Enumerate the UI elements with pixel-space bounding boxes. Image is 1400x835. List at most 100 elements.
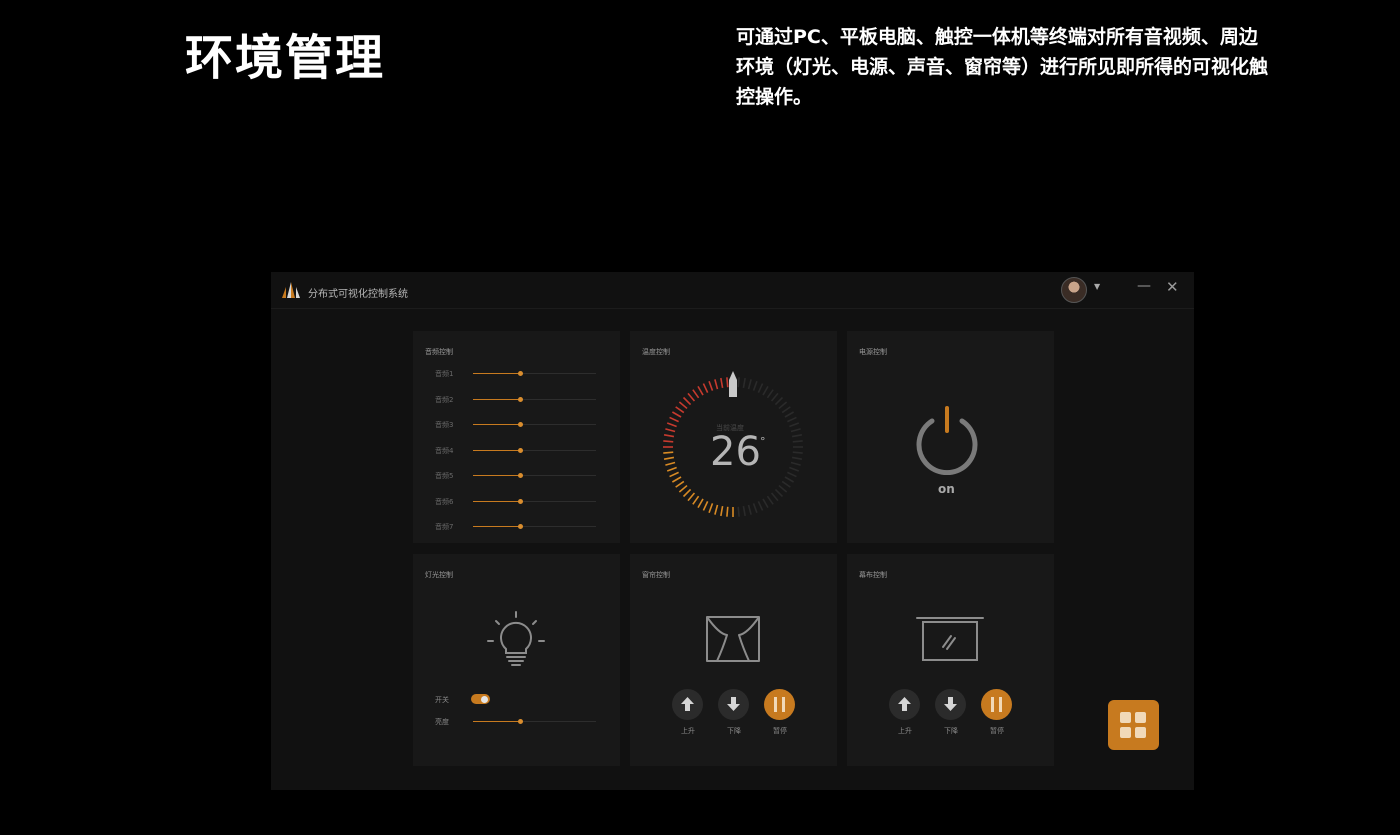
dial-tick	[737, 506, 740, 517]
dial-tick	[781, 480, 791, 488]
arrow-up-icon	[898, 697, 911, 711]
dial-tick	[665, 428, 676, 433]
audio-channel-row: 音频3	[435, 420, 610, 430]
dial-tick	[726, 377, 729, 388]
dial-tick	[714, 504, 719, 515]
audio-channel-slider[interactable]	[473, 524, 596, 529]
dial-tick	[790, 428, 801, 433]
slider-fill	[473, 475, 520, 476]
slider-knob[interactable]	[517, 422, 523, 427]
temperature-panel: 温度控制 当前温度 26 °	[630, 331, 837, 543]
light-switch-label: 开关	[435, 696, 449, 704]
dial-tick	[726, 506, 729, 517]
dial-tick	[675, 406, 685, 414]
dial-tick	[663, 434, 675, 438]
curtain-pause-button[interactable]	[764, 689, 795, 720]
dial-tick	[752, 503, 758, 514]
dial-tick	[702, 383, 709, 393]
app-window: 分布式可视化控制系统 ▼ — ✕ 音频控制 音频1 音频2 音频3 音频4 音频5 音频6…	[271, 272, 1194, 790]
screen-pause-button[interactable]	[981, 689, 1012, 720]
chevron-down-icon[interactable]: ▼	[1094, 282, 1100, 291]
projector-screen-icon	[916, 617, 984, 661]
curtain-arrow-down-button[interactable]	[718, 689, 749, 720]
toggle-knob	[481, 696, 488, 703]
slider-fill	[473, 373, 520, 374]
user-avatar[interactable]	[1061, 277, 1087, 303]
dial-tick	[720, 377, 724, 389]
dial-tick	[708, 503, 714, 514]
light-switch-toggle[interactable]	[471, 694, 490, 704]
dial-tick	[747, 504, 752, 515]
pause-icon	[774, 697, 785, 712]
dial-tick	[742, 377, 746, 389]
audio-channel-slider[interactable]	[473, 396, 596, 402]
audio-channel-slider[interactable]	[473, 371, 596, 376]
slider-knob[interactable]	[517, 498, 523, 504]
dial-tick	[708, 380, 714, 391]
dial-tick	[752, 380, 758, 391]
dial-tick	[742, 505, 746, 517]
minimize-icon[interactable]: —	[1137, 278, 1151, 294]
dial-tick	[666, 422, 677, 428]
audio-channel-row: 音频5	[435, 471, 610, 481]
dial-tick	[665, 461, 676, 466]
app-logo-icon	[282, 282, 300, 298]
dial-tick	[770, 492, 779, 502]
curtain-icon	[706, 616, 760, 662]
dial-pointer[interactable]	[729, 371, 737, 397]
slider-knob[interactable]	[517, 473, 523, 478]
curtain-button-label: 暂停	[773, 727, 787, 735]
audio-channel-row: 音频6	[435, 497, 610, 507]
temperature-value: 26	[710, 429, 761, 475]
arrow-down-icon	[944, 697, 957, 711]
app-grid-button[interactable]	[1108, 700, 1159, 750]
curtain-arrow-up-button[interactable]	[672, 689, 703, 720]
dial-tick	[747, 379, 752, 390]
dial-tick	[663, 440, 674, 443]
audio-channel-row: 音频4	[435, 446, 610, 456]
dial-tick	[790, 461, 801, 466]
screen-arrow-down-button[interactable]	[935, 689, 966, 720]
audio-channel-slider[interactable]	[473, 447, 596, 453]
dial-tick	[774, 396, 784, 406]
dial-tick	[770, 392, 779, 402]
audio-channel-slider[interactable]	[473, 498, 596, 504]
slider-fill	[473, 526, 520, 527]
arrow-down-icon	[727, 697, 740, 711]
audio-channel-slider[interactable]	[473, 473, 596, 478]
close-icon[interactable]: ✕	[1166, 278, 1179, 296]
audio-channel-label: 音频2	[435, 395, 454, 404]
dial-tick	[778, 401, 788, 410]
dial-tick	[791, 456, 803, 460]
slider-knob[interactable]	[517, 396, 523, 402]
dial-tick	[663, 456, 675, 460]
screen-button-label: 下降	[944, 727, 958, 735]
light-brightness-slider[interactable]	[473, 719, 596, 724]
audio-channel-row: 音频1	[435, 369, 610, 379]
slider-knob[interactable]	[517, 524, 523, 529]
dial-tick	[669, 471, 679, 478]
slider-fill	[473, 500, 520, 502]
page-title: 环境管理	[185, 30, 386, 86]
audio-channel-label: 音频5	[435, 472, 454, 480]
curtain-panel-title: 窗帘控制	[642, 571, 670, 579]
dial-tick	[757, 383, 764, 393]
dial-tick	[663, 451, 674, 454]
curtain-button-label: 下降	[727, 727, 741, 735]
dial-tick	[789, 466, 800, 472]
dial-tick	[784, 411, 795, 418]
curtain-button-label: 上升	[681, 727, 695, 735]
dial-tick	[671, 411, 682, 418]
dial-tick	[682, 396, 692, 406]
screen-arrow-up-button[interactable]	[889, 689, 920, 720]
audio-channel-slider[interactable]	[473, 422, 596, 427]
dial-tick	[778, 484, 788, 493]
dial-tick	[762, 498, 769, 509]
slider-fill	[473, 424, 520, 425]
slider-knob[interactable]	[517, 371, 523, 376]
slider-knob[interactable]	[517, 719, 523, 724]
power-icon[interactable]	[912, 405, 982, 475]
dial-tick	[737, 377, 740, 388]
audio-channel-label: 音频3	[435, 421, 454, 429]
slider-knob[interactable]	[517, 447, 523, 453]
